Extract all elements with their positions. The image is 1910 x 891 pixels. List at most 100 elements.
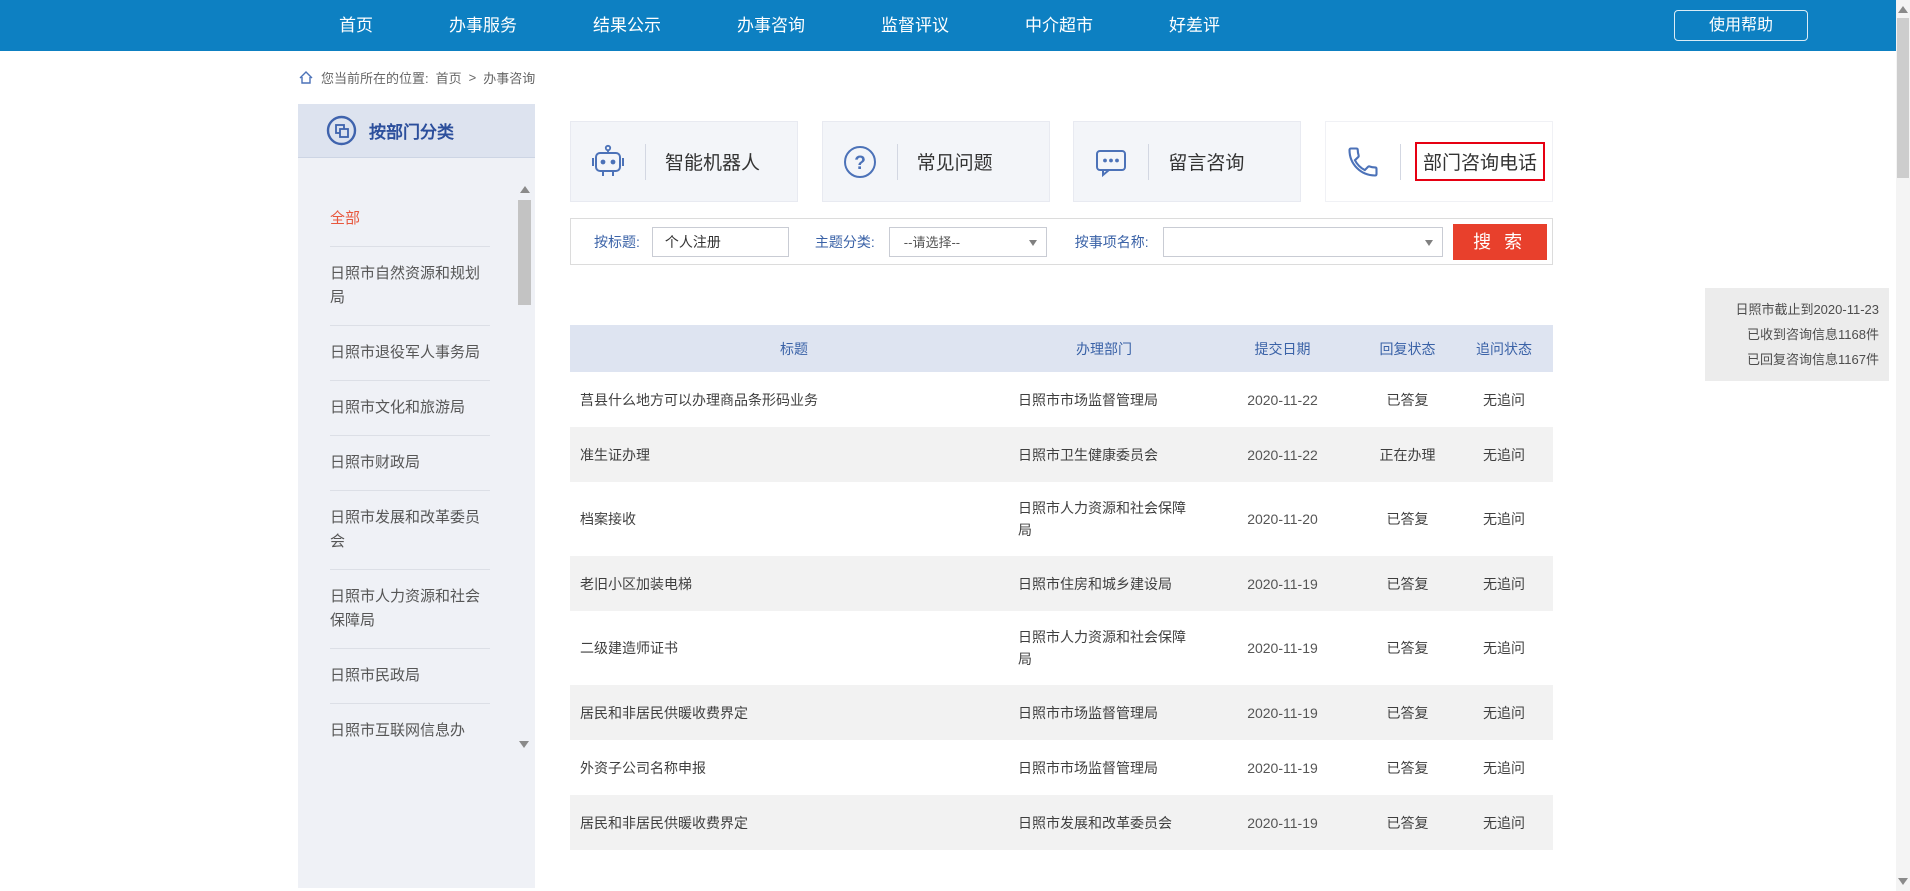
scroll-down-icon[interactable]: [519, 741, 529, 748]
stats-box: 日照市截止到2020-11-23 已收到咨询信息1168件 已回复咨询信息116…: [1705, 288, 1889, 381]
tab-divider: [1148, 144, 1149, 180]
table-row[interactable]: 准生证办理 日照市卫生健康委员会 2020-11-22 正在办理 无追问: [570, 427, 1553, 482]
sidebar: 按部门分类 全部 日照市自然资源和规划局 日照市退役军人事务局 日照市文化和旅游…: [298, 104, 535, 888]
cell-title[interactable]: 居民和非居民供暖收费界定: [570, 813, 1018, 833]
cell-title[interactable]: 居民和非居民供暖收费界定: [570, 703, 1018, 723]
cell-date: 2020-11-19: [1205, 705, 1360, 721]
sidebar-item-internet-office[interactable]: 日照市互联网信息办: [330, 704, 490, 758]
phone-icon: [1326, 144, 1400, 180]
cell-title[interactable]: 档案接收: [570, 509, 1018, 529]
sidebar-item-veterans[interactable]: 日照市退役军人事务局: [330, 326, 490, 381]
cell-title[interactable]: 老旧小区加装电梯: [570, 574, 1018, 594]
stats-line-received: 已收到咨询信息1168件: [1715, 322, 1879, 347]
table-row[interactable]: 居民和非居民供暖收费界定 日照市发展和改革委员会 2020-11-19 已答复 …: [570, 795, 1553, 850]
nav-items: 首页 办事服务 结果公示 办事咨询 监督评议 中介超市 好差评: [339, 0, 1220, 51]
cell-date: 2020-11-19: [1205, 760, 1360, 776]
scroll-down-icon[interactable]: [1898, 878, 1908, 885]
nav-item-supervision[interactable]: 监督评议: [881, 0, 949, 51]
cell-department: 日照市市场监督管理局: [1018, 757, 1205, 779]
cell-title[interactable]: 准生证办理: [570, 445, 1018, 465]
breadcrumb-separator: >: [469, 70, 477, 85]
cell-department: 日照市卫生健康委员会: [1018, 444, 1205, 466]
cell-follow: 无追问: [1455, 445, 1553, 465]
col-follow-status: 追问状态: [1455, 339, 1553, 359]
nav-item-results[interactable]: 结果公示: [593, 0, 661, 51]
nav-item-agency[interactable]: 中介超市: [1025, 0, 1093, 51]
page-scrollbar[interactable]: [1896, 0, 1910, 891]
scroll-up-icon[interactable]: [1898, 6, 1908, 13]
nav-item-home[interactable]: 首页: [339, 0, 373, 51]
sidebar-header: 按部门分类: [298, 104, 535, 158]
table-row[interactable]: 二级建造师证书 日照市人力资源和社会保障局 2020-11-19 已答复 无追问: [570, 611, 1553, 685]
page-scrollbar-thumb[interactable]: [1897, 18, 1909, 178]
cell-follow: 无追问: [1455, 703, 1553, 723]
chevron-down-icon: [1029, 240, 1037, 246]
item-name-select[interactable]: [1163, 227, 1443, 257]
sidebar-scrollbar[interactable]: [518, 186, 531, 748]
tab-label: 留言咨询: [1168, 148, 1244, 175]
cell-department: 日照市发展和改革委员会: [1018, 812, 1205, 834]
topic-select-value: --请选择--: [890, 232, 960, 251]
cell-follow: 无追问: [1455, 574, 1553, 594]
table-row[interactable]: 莒县什么地方可以办理商品条形码业务 日照市市场监督管理局 2020-11-22 …: [570, 372, 1553, 427]
tab-smart-robot[interactable]: 智能机器人: [570, 121, 798, 202]
title-search-input[interactable]: [652, 227, 789, 257]
sidebar-item-civil-affairs[interactable]: 日照市民政局: [330, 649, 490, 704]
cell-date: 2020-11-20: [1205, 511, 1360, 527]
tab-label: 常见问题: [917, 148, 993, 175]
cell-reply: 已答复: [1360, 638, 1455, 658]
col-department: 办理部门: [1018, 339, 1205, 359]
nav-item-services[interactable]: 办事服务: [449, 0, 517, 51]
cell-title[interactable]: 二级建造师证书: [570, 638, 1018, 658]
stats-line-replied: 已回复咨询信息1167件: [1715, 347, 1879, 372]
sidebar-item-culture-tourism[interactable]: 日照市文化和旅游局: [330, 381, 490, 436]
tab-department-phone[interactable]: 部门咨询电话: [1325, 121, 1553, 202]
cell-department: 日照市人力资源和社会保障局: [1018, 626, 1205, 670]
sidebar-item-human-resources[interactable]: 日照市人力资源和社会保障局: [330, 570, 490, 649]
nav-item-rating[interactable]: 好差评: [1169, 0, 1220, 51]
breadcrumb: 您当前所在的位置: 首页 > 办事咨询: [298, 51, 535, 104]
cell-reply: 正在办理: [1360, 445, 1455, 465]
search-button[interactable]: 搜 索: [1453, 224, 1547, 260]
table-row[interactable]: 居民和非居民供暖收费界定 日照市市场监督管理局 2020-11-19 已答复 无…: [570, 685, 1553, 740]
tab-label: 智能机器人: [665, 148, 760, 175]
cell-department: 日照市人力资源和社会保障局: [1018, 497, 1205, 541]
title-filter-label: 按标题:: [594, 232, 640, 252]
cell-follow: 无追问: [1455, 638, 1553, 658]
nav-item-consult[interactable]: 办事咨询: [737, 0, 805, 51]
robot-icon: [571, 144, 645, 180]
stats-line-date: 日照市截止到2020-11-23: [1715, 297, 1879, 322]
sidebar-item-all[interactable]: 全部: [330, 192, 490, 247]
question-icon: ?: [823, 144, 897, 180]
table-row[interactable]: 外资子公司名称申报 日照市市场监督管理局 2020-11-19 已答复 无追问: [570, 740, 1553, 795]
tab-message-consult[interactable]: 留言咨询: [1073, 121, 1301, 202]
col-date: 提交日期: [1205, 339, 1360, 359]
cell-department: 日照市市场监督管理局: [1018, 702, 1205, 724]
sidebar-department-list: 全部 日照市自然资源和规划局 日照市退役军人事务局 日照市文化和旅游局 日照市财…: [298, 158, 535, 768]
help-button[interactable]: 使用帮助: [1674, 10, 1808, 41]
breadcrumb-current[interactable]: 办事咨询: [483, 68, 535, 87]
sidebar-item-development[interactable]: 日照市发展和改革委员会: [330, 491, 490, 570]
scroll-up-icon[interactable]: [520, 186, 530, 193]
sidebar-item-natural-resources[interactable]: 日照市自然资源和规划局: [330, 247, 490, 326]
tab-divider: [1400, 144, 1401, 180]
message-icon: [1074, 144, 1148, 180]
cell-follow: 无追问: [1455, 509, 1553, 529]
cell-reply: 已答复: [1360, 574, 1455, 594]
topic-select[interactable]: --请选择--: [889, 227, 1047, 257]
consult-channel-tabs: 智能机器人 ? 常见问题: [570, 121, 1553, 202]
cell-follow: 无追问: [1455, 813, 1553, 833]
tab-faq[interactable]: ? 常见问题: [822, 121, 1050, 202]
table-row[interactable]: 老旧小区加装电梯 日照市住房和城乡建设局 2020-11-19 已答复 无追问: [570, 556, 1553, 611]
sidebar-item-finance[interactable]: 日照市财政局: [330, 436, 490, 491]
cell-title[interactable]: 莒县什么地方可以办理商品条形码业务: [570, 390, 1018, 410]
sidebar-scrollbar-thumb[interactable]: [518, 200, 531, 305]
svg-text:?: ?: [854, 153, 866, 174]
table-row[interactable]: 档案接收 日照市人力资源和社会保障局 2020-11-20 已答复 无追问: [570, 482, 1553, 556]
cell-reply: 已答复: [1360, 390, 1455, 410]
tab-label-highlighted: 部门咨询电话: [1415, 142, 1545, 181]
cell-reply: 已答复: [1360, 758, 1455, 778]
breadcrumb-home[interactable]: 首页: [436, 68, 462, 87]
cell-title[interactable]: 外资子公司名称申报: [570, 758, 1018, 778]
table-header: 标题 办理部门 提交日期 回复状态 追问状态: [570, 325, 1553, 372]
